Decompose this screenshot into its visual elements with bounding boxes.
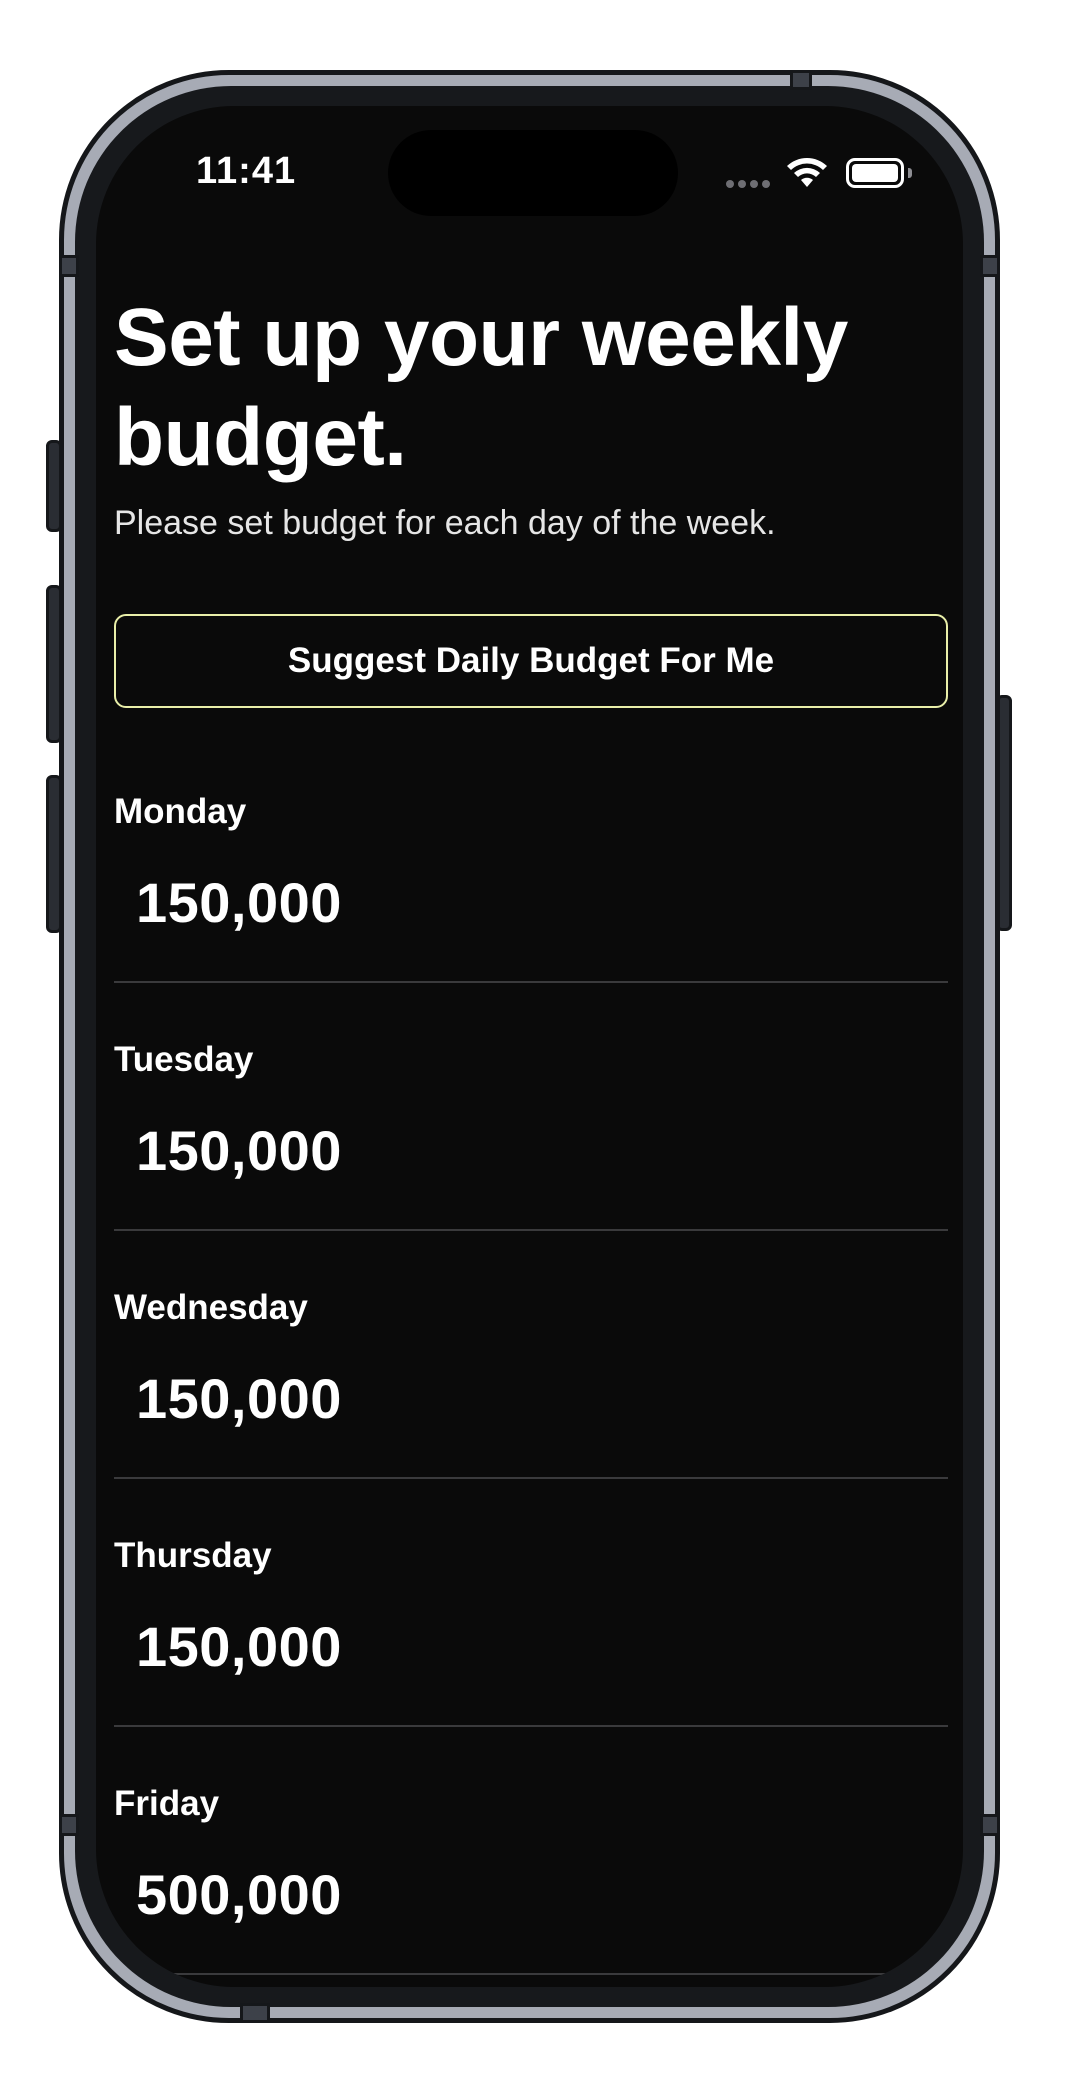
divider xyxy=(114,981,948,983)
budget-input-tuesday[interactable]: 150,000 xyxy=(136,1118,342,1183)
wifi-icon xyxy=(787,158,827,187)
page-title: Set up your weekly budget. xyxy=(114,292,848,483)
dynamic-island xyxy=(388,130,678,216)
antenna-band xyxy=(240,2003,270,2023)
day-row-tuesday: Tuesday 150,000 xyxy=(114,994,948,1242)
divider xyxy=(114,1973,948,1975)
suggest-budget-button[interactable]: Suggest Daily Budget For Me xyxy=(114,614,948,708)
battery-tip xyxy=(908,168,912,178)
budget-input-thursday[interactable]: 150,000 xyxy=(136,1614,342,1679)
status-time: 11:41 xyxy=(196,150,297,192)
page-subtitle: Please set budget for each day of the we… xyxy=(114,504,776,542)
day-label: Friday xyxy=(114,1784,220,1823)
budget-input-wednesday[interactable]: 150,000 xyxy=(136,1366,342,1431)
antenna-band xyxy=(59,1814,79,1836)
divider xyxy=(114,1477,948,1479)
day-row-thursday: Thursday 150,000 xyxy=(114,1490,948,1738)
divider xyxy=(114,1229,948,1231)
battery-icon xyxy=(846,158,904,188)
day-budget-list: Monday 150,000 Tuesday 150,000 Wednesday… xyxy=(114,746,948,1986)
day-label: Tuesday xyxy=(114,1040,254,1079)
budget-input-friday[interactable]: 500,000 xyxy=(136,1862,342,1927)
divider xyxy=(114,1725,948,1727)
budget-input-monday[interactable]: 150,000 xyxy=(136,870,342,935)
antenna-band xyxy=(980,255,1000,277)
day-row-wednesday: Wednesday 150,000 xyxy=(114,1242,948,1490)
day-row-monday: Monday 150,000 xyxy=(114,746,948,994)
day-row-friday: Friday 500,000 xyxy=(114,1738,948,1986)
day-label: Monday xyxy=(114,792,247,831)
phone-mockup: 11:41 Set up your weekly budget. Please … xyxy=(0,0,1070,2100)
day-label: Wednesday xyxy=(114,1288,308,1327)
day-label: Thursday xyxy=(114,1536,272,1575)
app-screen: 11:41 Set up your weekly budget. Please … xyxy=(96,106,963,1987)
antenna-band xyxy=(790,70,812,90)
signal-icon xyxy=(726,180,772,188)
antenna-band xyxy=(59,255,79,277)
antenna-band xyxy=(980,1814,1000,1836)
